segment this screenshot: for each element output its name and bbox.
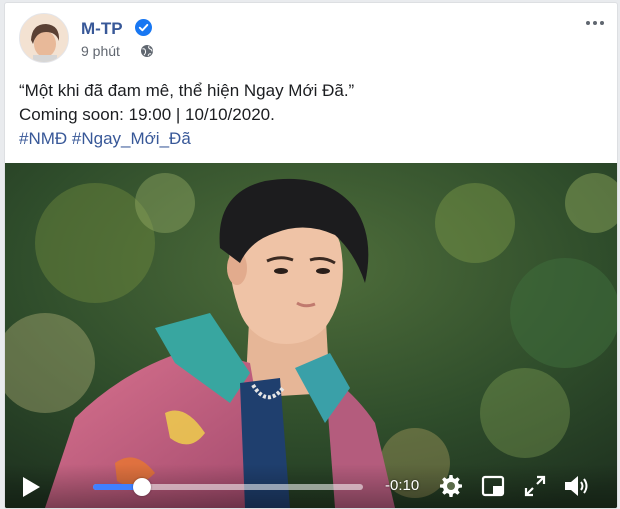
video-player[interactable]: -0:10	[5, 163, 617, 508]
video-progress-bar[interactable]	[93, 478, 363, 496]
facebook-post-card: M-TP 9 phút “Một khi đã đam mê, thể hiện…	[4, 2, 618, 509]
hashtag-link[interactable]: #Ngay_Mới_Đã	[72, 129, 191, 148]
verified-badge-icon	[135, 19, 152, 36]
author-avatar[interactable]	[19, 13, 69, 63]
post-caption: “Một khi đã đam mê, thể hiện Ngay Mới Đã…	[19, 79, 354, 151]
picture-in-picture-icon[interactable]	[481, 474, 505, 498]
settings-gear-icon[interactable]	[439, 474, 463, 498]
progress-scrubber-handle[interactable]	[132, 478, 151, 496]
caption-hashtags: #NMĐ #Ngay_Mới_Đã	[19, 127, 354, 151]
video-controls-bar: -0:10	[5, 464, 617, 508]
video-frame	[5, 163, 617, 508]
play-icon[interactable]	[21, 476, 41, 498]
caption-release-date: Coming soon: 19:00 | 10/10/2020.	[19, 105, 275, 124]
more-options-icon[interactable]	[581, 13, 609, 33]
hashtag-link[interactable]: #NMĐ	[19, 129, 67, 148]
caption-quote: “Một khi đã đam mê, thể hiện Ngay Mới Đã…	[19, 81, 355, 100]
fullscreen-icon[interactable]	[523, 474, 547, 498]
author-name[interactable]: M-TP	[81, 19, 123, 39]
post-timestamp[interactable]: 9 phút	[81, 43, 120, 59]
time-remaining: -0:10	[385, 477, 420, 494]
volume-icon[interactable]	[563, 474, 591, 498]
globe-icon[interactable]	[140, 44, 154, 58]
